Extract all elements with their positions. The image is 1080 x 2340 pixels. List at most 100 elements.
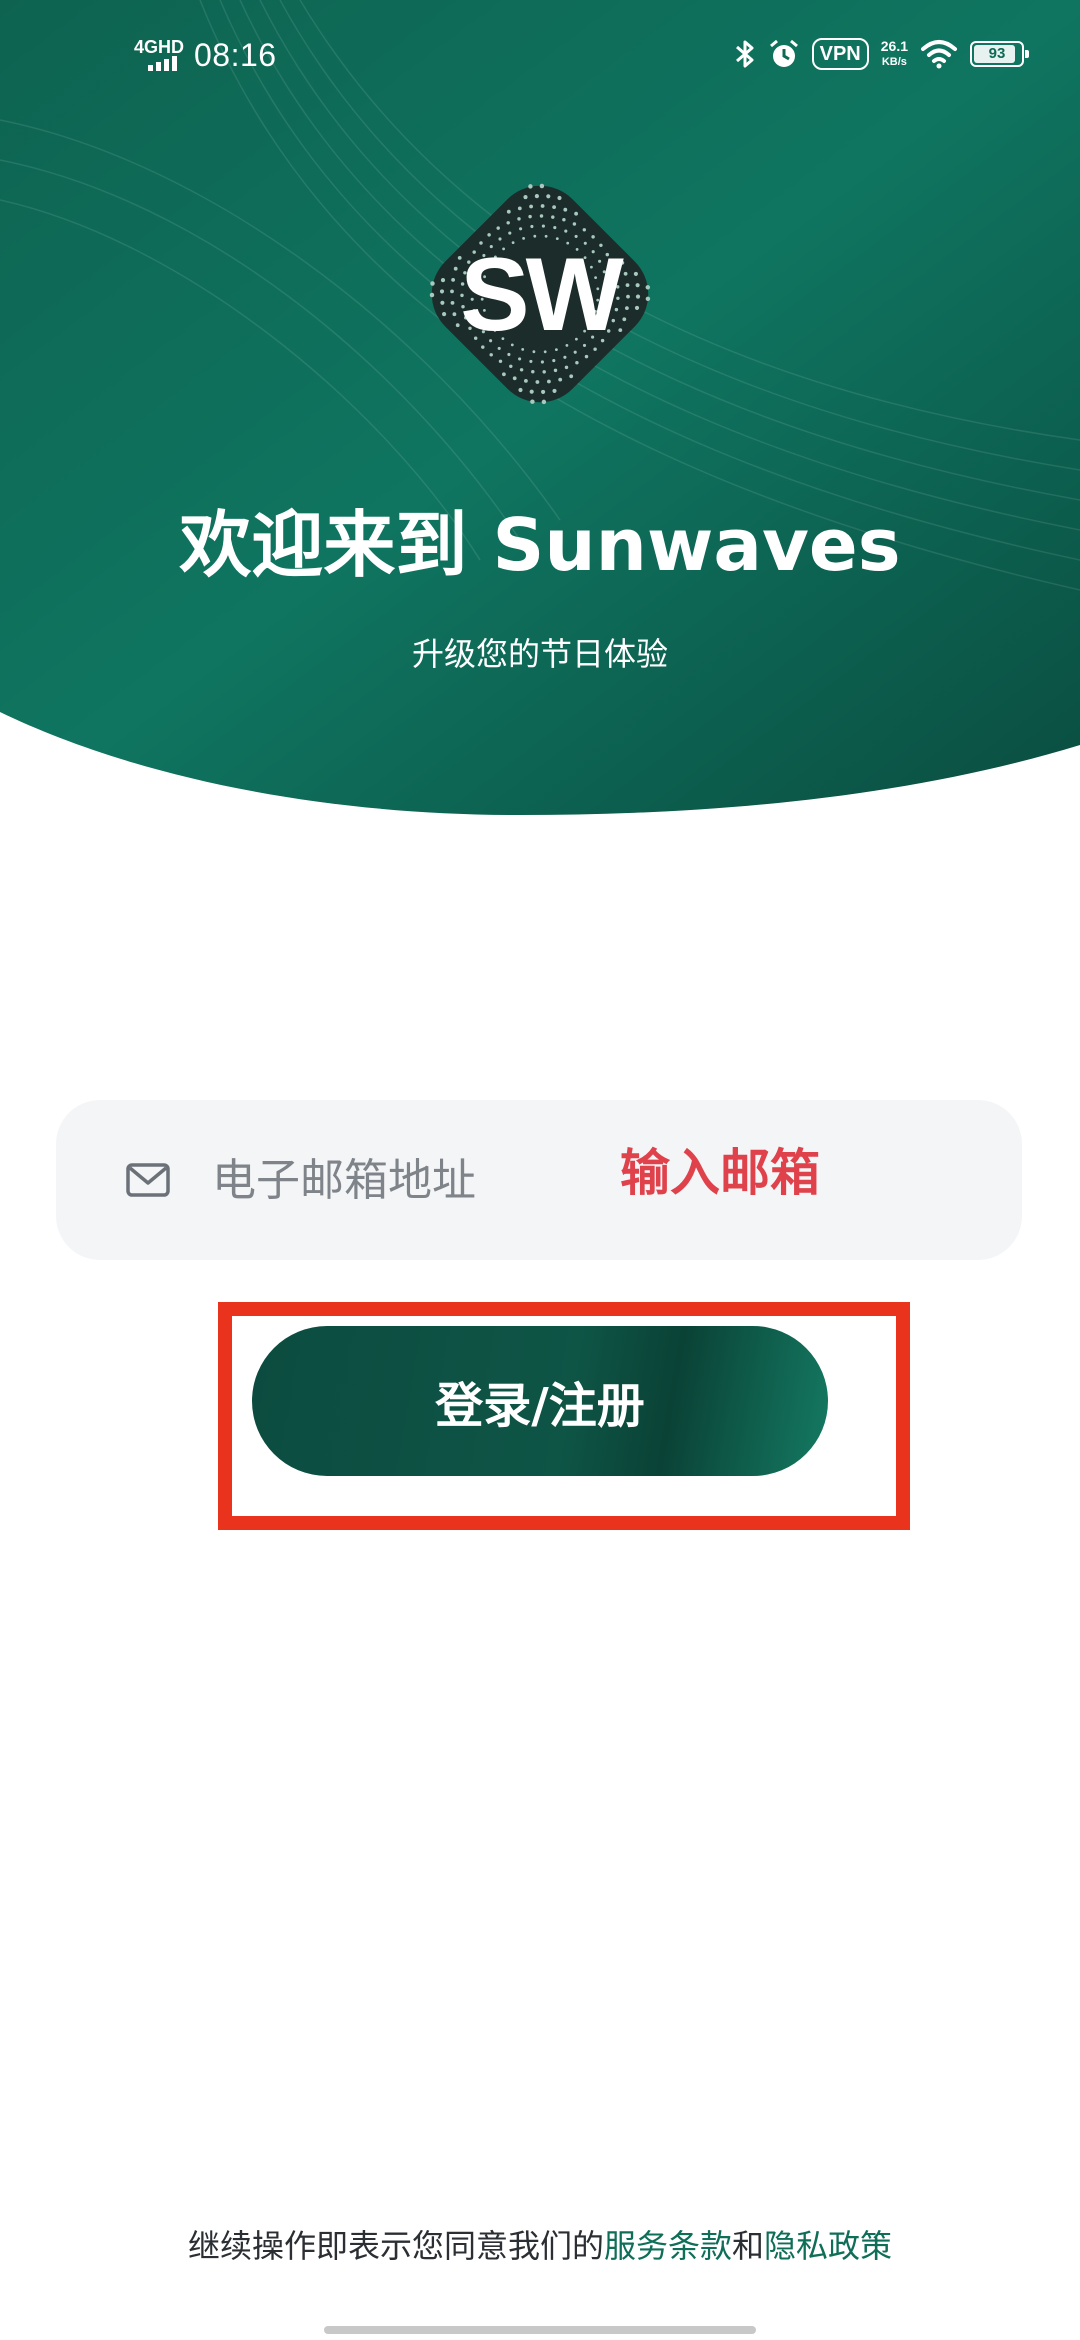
logo-dot (564, 229, 568, 233)
logo-dot (453, 266, 458, 271)
logo-dot (496, 226, 500, 230)
terms-text: 继续操作即表示您同意我们的服务条款和隐私政策 (0, 2222, 1080, 2270)
logo-dot (635, 294, 641, 299)
email-input[interactable] (212, 1140, 972, 1220)
privacy-policy-link[interactable]: 隐私政策 (764, 2227, 892, 2265)
logo-dot (540, 204, 545, 208)
sunwaves-logo: SW (429, 183, 651, 405)
logo-dot (584, 354, 589, 359)
logo-dot (574, 211, 578, 216)
logo-dot (506, 221, 510, 225)
vpn-badge: VPN (811, 38, 869, 70)
logo-dot (553, 368, 558, 373)
logo-dot (429, 292, 435, 298)
logo-dot (563, 355, 567, 359)
logo-dot (512, 376, 517, 381)
logo-dot (541, 224, 545, 228)
logo-dot (529, 359, 533, 363)
alarm-icon (769, 39, 798, 67)
logo-dot (442, 312, 447, 317)
status-bar: 4GHD 08:16 VPN 26.1 KB/s 93 (0, 0, 1080, 110)
clock: 08:16 (194, 36, 277, 73)
logo-dot (622, 317, 627, 322)
logo-dot (625, 306, 629, 310)
mail-icon (126, 1163, 170, 1197)
terms-prefix: 继续操作即表示您同意我们的 (187, 2227, 604, 2265)
logo-dot (508, 231, 512, 235)
home-indicator[interactable] (324, 2326, 756, 2334)
logo-dot (530, 399, 535, 404)
terms-of-service-link[interactable]: 服务条款 (604, 2227, 732, 2265)
logo-dot (558, 377, 563, 382)
logo-dot (634, 305, 640, 310)
logo-dot (451, 278, 455, 282)
logo-dot (531, 369, 535, 374)
logo-dot (572, 222, 577, 226)
logo-dot (502, 372, 506, 377)
logo-dot (519, 368, 524, 372)
logo-dot (541, 399, 547, 405)
logo-dot (562, 217, 566, 222)
battery-icon: 93 (970, 41, 1029, 67)
logo-dot (575, 360, 579, 365)
logo-dot (546, 194, 551, 199)
logo-dot (552, 205, 556, 209)
logo-dot (635, 283, 640, 288)
logo-dot (541, 389, 546, 394)
logo-dot (517, 206, 522, 211)
signal-bars (148, 56, 177, 71)
logo-dot (569, 374, 574, 379)
logo-dot (633, 271, 638, 276)
logo-dot (518, 387, 523, 393)
logo-dot (582, 228, 587, 232)
battery-nub (1025, 50, 1029, 58)
logo-dot (542, 370, 546, 374)
email-field[interactable] (56, 1100, 1022, 1260)
logo-dot (540, 360, 544, 364)
logo-dot (518, 357, 522, 361)
logo-dot (553, 226, 557, 230)
logo-dot (430, 281, 435, 286)
logo-dot (645, 285, 651, 290)
logo-dot (507, 352, 511, 357)
logo-dot (519, 227, 523, 231)
login-screen: 4GHD 08:16 VPN 26.1 KB/s 93 SW 欢迎来到 Sunw… (0, 0, 1080, 2340)
logo-dot (557, 195, 562, 201)
logo-dot (563, 207, 568, 212)
logo-dot (626, 294, 630, 299)
battery-percent: 93 (988, 45, 1006, 62)
logo-dot (547, 379, 551, 384)
wifi-icon (921, 40, 957, 69)
logo-dot (620, 260, 625, 265)
logo-dot (564, 365, 569, 370)
logo-dot (529, 204, 533, 209)
logo-dot (450, 301, 455, 305)
logo-dot (440, 278, 446, 283)
logo-dot (528, 214, 532, 219)
logo-dot (552, 359, 556, 363)
terms-and: 和 (732, 2227, 765, 2265)
logo-dot (539, 214, 544, 218)
status-right: VPN 26.1 KB/s 93 (734, 38, 1029, 70)
logo-dot (523, 195, 528, 200)
logo-dot (509, 364, 513, 369)
welcome-subtitle: 升级您的节日体验 (411, 635, 668, 673)
logo-dot (552, 388, 557, 393)
logo-dot (440, 300, 445, 305)
bluetooth-icon (735, 40, 754, 68)
logo-dot (455, 323, 460, 328)
logo-dot (529, 389, 534, 394)
logo-dot (450, 289, 454, 294)
login-register-button[interactable]: 登录/注册 (252, 1326, 828, 1476)
logo-dot (524, 379, 528, 383)
logo-dot (439, 289, 445, 294)
cellular-signal-icon: 4GHD (134, 34, 186, 76)
logo-text: SW (460, 237, 624, 353)
welcome-header: 4GHD 08:16 VPN 26.1 KB/s 93 SW 欢迎来到 Sunw… (0, 0, 1080, 820)
logo-dot (551, 215, 555, 219)
logo-dot (489, 353, 493, 357)
logo-dot (528, 184, 533, 189)
logo-dot (539, 183, 545, 189)
logo-dot (498, 359, 503, 364)
logo-dot (645, 296, 651, 302)
